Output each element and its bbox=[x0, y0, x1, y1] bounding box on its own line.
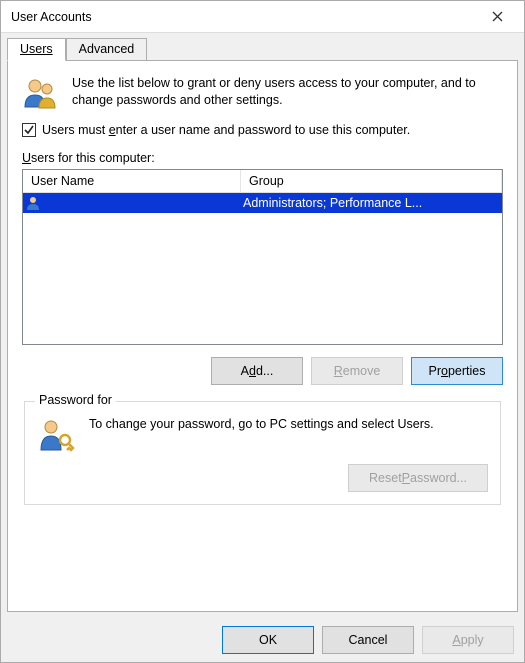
list-buttons: Add... Remove Properties bbox=[22, 357, 503, 385]
tab-users[interactable]: Users bbox=[7, 38, 66, 61]
titlebar: User Accounts bbox=[1, 1, 524, 33]
close-icon bbox=[492, 11, 503, 22]
key-user-icon bbox=[37, 416, 75, 454]
column-header-group[interactable]: Group bbox=[241, 170, 502, 192]
properties-button[interactable]: Properties bbox=[411, 357, 503, 385]
password-text: To change your password, go to PC settin… bbox=[89, 416, 434, 454]
list-header: User Name Group bbox=[23, 170, 502, 193]
column-header-username[interactable]: User Name bbox=[23, 170, 241, 192]
ok-button[interactable]: OK bbox=[222, 626, 314, 654]
intro-text: Use the list below to grant or deny user… bbox=[72, 75, 503, 111]
require-login-checkbox[interactable]: Users must enter a user name and passwor… bbox=[22, 123, 503, 137]
tab-advanced[interactable]: Advanced bbox=[66, 38, 148, 61]
users-list[interactable]: User Name Group Administrators; Performa… bbox=[22, 169, 503, 345]
dialog-buttons: OK Cancel Apply bbox=[1, 618, 524, 662]
tab-label: Advanced bbox=[79, 42, 135, 56]
table-row[interactable]: Administrators; Performance L... bbox=[23, 193, 502, 213]
tab-label: Users bbox=[20, 42, 53, 56]
intro-row: Use the list below to grant or deny user… bbox=[22, 75, 503, 111]
user-icon bbox=[25, 195, 41, 211]
tabstrip: Users Advanced bbox=[1, 33, 524, 60]
add-button[interactable]: Add... bbox=[211, 357, 303, 385]
remove-button: Remove bbox=[311, 357, 403, 385]
cancel-button[interactable]: Cancel bbox=[322, 626, 414, 654]
close-button[interactable] bbox=[476, 2, 518, 32]
user-accounts-window: User Accounts Users Advanced Use the lis… bbox=[0, 0, 525, 663]
checkbox-icon bbox=[22, 123, 36, 137]
password-groupbox: Password for To change your password, go… bbox=[24, 401, 501, 505]
users-icon bbox=[22, 75, 58, 111]
cell-group: Administrators; Performance L... bbox=[239, 196, 502, 210]
window-title: User Accounts bbox=[11, 10, 476, 24]
users-list-label: Users for this computer: bbox=[22, 151, 503, 165]
reset-password-button: Reset Password... bbox=[348, 464, 488, 492]
password-legend: Password for bbox=[35, 393, 116, 407]
tab-content-users: Use the list below to grant or deny user… bbox=[7, 60, 518, 612]
apply-button: Apply bbox=[422, 626, 514, 654]
require-login-label: Users must enter a user name and passwor… bbox=[42, 123, 410, 137]
